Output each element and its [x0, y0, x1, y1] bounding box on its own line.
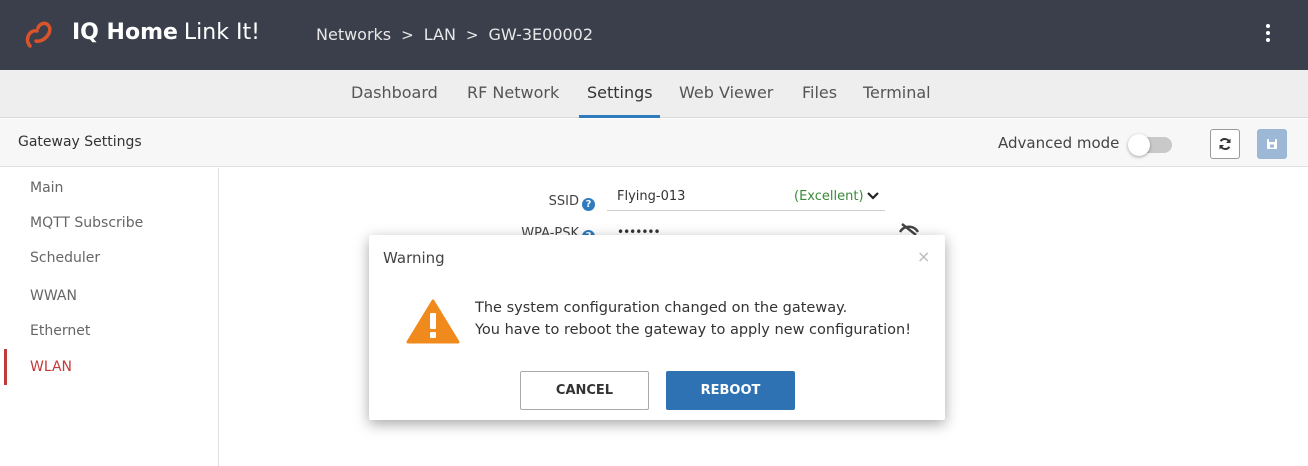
page-title: Gateway Settings	[18, 134, 142, 150]
tab-files[interactable]: Files	[802, 83, 837, 102]
settings-sidebar	[0, 168, 219, 466]
sidebar-item-ethernet[interactable]: Ethernet	[30, 323, 90, 339]
breadcrumb-separator: >	[465, 26, 479, 44]
breadcrumb-gateway[interactable]: GW-3E00002	[489, 25, 594, 44]
tab-bar: Dashboard RF Network Settings Web Viewer…	[0, 70, 1308, 118]
tab-rf-network[interactable]: RF Network	[467, 83, 559, 102]
wpa-psk-label-text: WPA-PSK	[521, 226, 579, 235]
advanced-mode-toggle[interactable]	[1128, 134, 1172, 156]
breadcrumb-separator: >	[401, 26, 414, 44]
breadcrumb-networks[interactable]: Networks	[316, 25, 391, 44]
wpa-psk-value: •••••••	[617, 225, 661, 235]
dialog-title: Warning	[383, 249, 445, 267]
ssid-value: Flying-013	[617, 189, 686, 204]
sidebar-item-mqtt-subscribe[interactable]: MQTT Subscribe	[30, 215, 143, 231]
hide-password-icon[interactable]	[898, 222, 920, 235]
link-logo-icon	[25, 21, 52, 48]
chevron-down-icon[interactable]	[867, 192, 879, 200]
dialog-message-line: The system configuration changed on the …	[475, 300, 848, 316]
wpa-psk-field[interactable]: •••••••	[607, 225, 885, 235]
refresh-icon	[1219, 138, 1231, 150]
tab-web-viewer[interactable]: Web Viewer	[679, 83, 773, 102]
sidebar-item-scheduler[interactable]: Scheduler	[30, 250, 100, 266]
reboot-button[interactable]: REBOOT	[666, 371, 795, 410]
warning-dialog: Warning × The system configuration chang…	[369, 235, 945, 420]
settings-header: Gateway Settings Advanced mode	[0, 119, 1308, 167]
toggle-knob	[1128, 134, 1150, 156]
dialog-message: The system configuration changed on the …	[475, 297, 911, 341]
brand-tagline: Link It!	[183, 20, 260, 45]
dialog-message-line: You have to reboot the gateway to apply …	[475, 322, 912, 338]
tab-settings[interactable]: Settings	[587, 83, 653, 102]
close-icon[interactable]: ×	[917, 247, 930, 266]
active-tab-indicator	[579, 115, 660, 118]
sidebar-item-main[interactable]: Main	[30, 180, 63, 196]
brand-name: IQ Home	[72, 20, 178, 45]
tab-terminal[interactable]: Terminal	[863, 83, 931, 102]
app-brand[interactable]: IQ Home Link It!	[72, 20, 260, 45]
breadcrumb: Networks > LAN > GW-3E00002	[316, 25, 593, 44]
refresh-button[interactable]	[1210, 129, 1240, 159]
wpa-psk-label: WPA-PSK?	[500, 226, 595, 235]
ssid-label: SSID?	[500, 194, 595, 211]
advanced-mode-label: Advanced mode	[998, 134, 1120, 152]
save-icon	[1267, 139, 1277, 149]
sidebar-item-wlan[interactable]: WLAN	[30, 359, 72, 375]
top-bar: IQ Home Link It! Networks > LAN > GW-3E00002	[0, 0, 1308, 70]
cancel-button[interactable]: CANCEL	[520, 371, 649, 410]
more-menu-icon[interactable]	[1258, 22, 1278, 48]
active-sidebar-indicator	[4, 349, 7, 385]
signal-quality: (Excellent)	[794, 189, 864, 204]
save-button[interactable]	[1257, 129, 1287, 159]
ssid-label-text: SSID	[548, 194, 579, 209]
breadcrumb-lan[interactable]: LAN	[424, 25, 456, 44]
tab-dashboard[interactable]: Dashboard	[351, 83, 438, 102]
warning-icon	[406, 299, 460, 344]
sidebar-item-wwan[interactable]: WWAN	[30, 288, 77, 304]
help-icon[interactable]: ?	[582, 198, 595, 211]
